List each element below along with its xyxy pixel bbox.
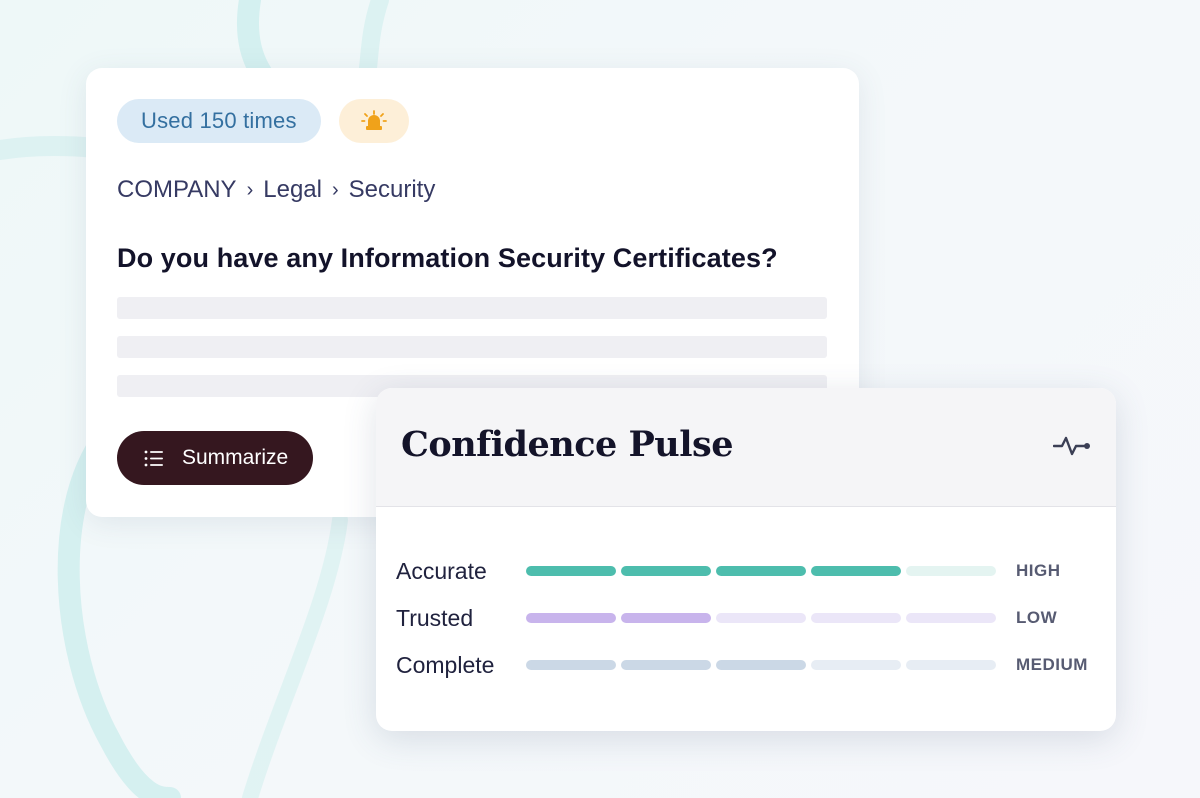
summarize-label: Summarize xyxy=(182,446,289,469)
meter-segment-empty xyxy=(716,613,806,623)
meter-segment-filled xyxy=(526,660,616,670)
summarize-button[interactable]: Summarize xyxy=(117,431,313,485)
metric-level: HIGH xyxy=(1016,561,1061,580)
metric-label: Trusted xyxy=(396,605,474,631)
pulse-button[interactable] xyxy=(1052,431,1092,461)
meter-segment-filled xyxy=(526,613,616,623)
badge-row: Used 150 times xyxy=(117,99,409,143)
meter-segment-empty xyxy=(906,660,996,670)
meter-segment-filled xyxy=(811,566,901,576)
metric-level: LOW xyxy=(1016,608,1058,627)
answer-placeholder-line xyxy=(117,297,827,319)
answer-placeholder-line xyxy=(117,336,827,358)
confidence-title: Confidence Pulse xyxy=(401,424,734,465)
siren-icon xyxy=(360,110,387,130)
meter-segment-empty xyxy=(811,613,901,623)
pulse-icon xyxy=(1053,436,1090,456)
metric-row-accurate: Accurate HIGH xyxy=(396,556,1116,586)
breadcrumb: COMPANY › Legal › Security xyxy=(117,176,435,204)
metric-label: Accurate xyxy=(396,558,487,584)
chevron-right-icon: › xyxy=(246,178,254,201)
usage-badge: Used 150 times xyxy=(117,99,321,143)
breadcrumb-item-legal[interactable]: Legal xyxy=(263,176,322,204)
metric-row-complete: Complete MEDIUM xyxy=(396,650,1116,680)
confidence-header: Confidence Pulse xyxy=(376,388,1116,507)
metric-meter xyxy=(526,660,996,670)
list-icon xyxy=(144,450,164,467)
meter-segment-empty xyxy=(811,660,901,670)
metric-row-trusted: Trusted LOW xyxy=(396,603,1116,633)
meter-segment-filled xyxy=(621,613,711,623)
confidence-card: Confidence Pulse Accurate HIGH Trusted L… xyxy=(376,388,1116,731)
chevron-right-icon: › xyxy=(331,178,339,201)
metric-meter xyxy=(526,566,996,576)
meter-segment-empty xyxy=(906,566,996,576)
alert-badge[interactable] xyxy=(338,99,409,143)
meter-segment-filled xyxy=(716,660,806,670)
breadcrumb-item-company[interactable]: COMPANY xyxy=(117,176,237,204)
breadcrumb-item-security[interactable]: Security xyxy=(349,176,436,204)
meter-segment-filled xyxy=(716,566,806,576)
meter-segment-filled xyxy=(526,566,616,576)
metric-label: Complete xyxy=(396,652,495,678)
metric-level: MEDIUM xyxy=(1016,655,1088,674)
metric-meter xyxy=(526,613,996,623)
question-title: Do you have any Information Security Cer… xyxy=(117,243,778,273)
meter-segment-empty xyxy=(906,613,996,623)
meter-segment-filled xyxy=(621,566,711,576)
meter-segment-filled xyxy=(621,660,711,670)
